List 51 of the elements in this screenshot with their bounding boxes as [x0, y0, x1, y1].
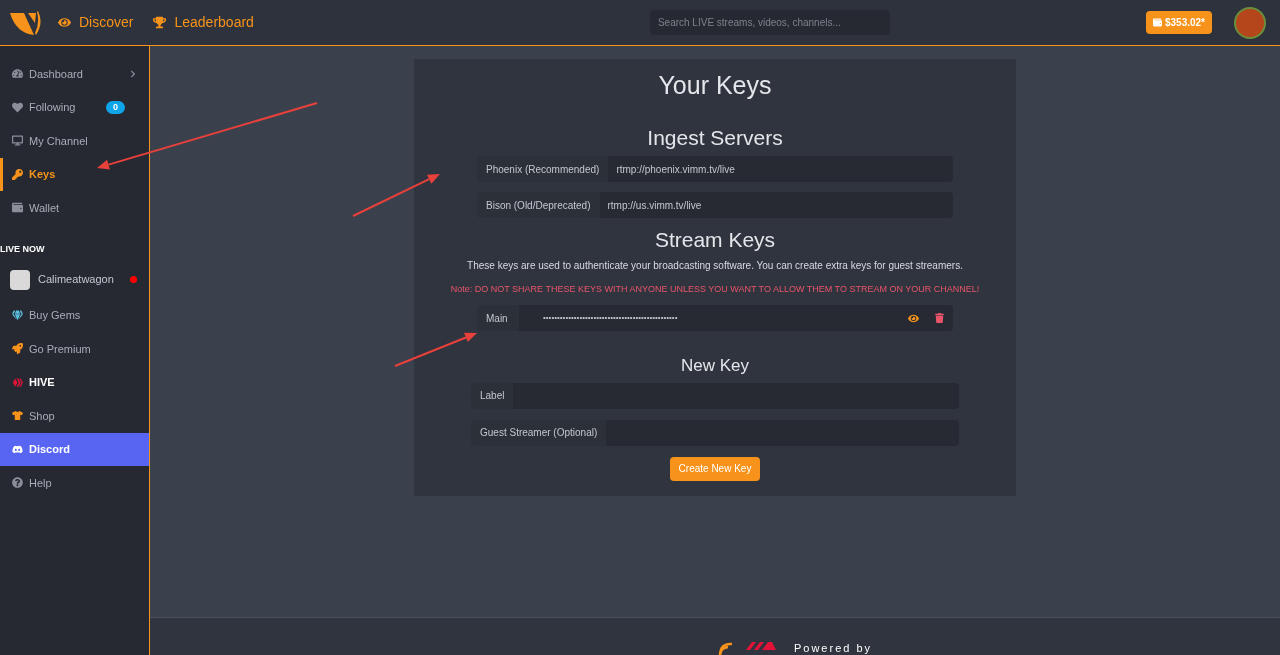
sidebar-item[interactable]: Go Premium: [0, 332, 149, 366]
user-avatar[interactable]: [1234, 6, 1266, 39]
sidebar-item[interactable]: My Channel: [0, 124, 149, 158]
powered-by-text: Powered by: [793, 642, 873, 654]
warning-text: Note: DO NOT SHARE THESE KEYS WITH ANYONE UNLESS YOU WANT TO ALLOW THEM TO STREAM ON YOUR CHANNEL!: [450, 282, 980, 296]
field-label: Phoenix (Recommended): [477, 156, 609, 182]
wallet-icon: [1152, 18, 1162, 27]
live-channel-item[interactable]: Calimeatwagon: [0, 260, 149, 299]
server-url-field[interactable]: rtmp://phoenix.vimm.tv/live: [608, 156, 953, 182]
rocket-icon: [12, 343, 23, 355]
sidebar-item[interactable]: Help: [0, 466, 149, 500]
field-label: Guest Streamer (Optional): [471, 419, 607, 446]
signal-icon: [717, 642, 734, 655]
field-label: Bison (Old/Deprecated): [477, 192, 600, 218]
gem-icon: [12, 309, 23, 321]
field-label: Main: [477, 305, 519, 331]
field-label: Label: [471, 382, 514, 409]
key-icon: [12, 168, 23, 180]
eye-icon[interactable]: [908, 312, 919, 324]
sidebar-item[interactable]: Buy Gems: [0, 298, 149, 332]
description-text: These keys are used to authenticate your broadcasting software. You can create extra keys for guest streamers.: [467, 258, 963, 273]
sidebar-item[interactable]: HIVE: [0, 365, 149, 399]
server-url-field[interactable]: rtmp://us.vimm.tv/live: [599, 192, 953, 218]
eye-icon: [58, 16, 71, 29]
section-title: New Key: [681, 355, 749, 377]
stream-key-field[interactable]: ••••••••••••••••••••••••••••••••••••••••••••••••: [519, 305, 953, 331]
help-icon: [12, 477, 23, 489]
logo-icon: [745, 642, 776, 650]
channel-avatar: [10, 269, 30, 290]
sidebar-item[interactable]: Discord: [0, 432, 149, 466]
search-field[interactable]: Search LIVE streams, videos, channels...: [649, 10, 890, 35]
hive-icon: [12, 376, 23, 388]
dashboard-icon: [12, 68, 23, 80]
heart-icon: [12, 101, 23, 113]
trash-icon[interactable]: [935, 313, 944, 323]
sidebar-item[interactable]: Following 0: [0, 90, 149, 124]
wallet-icon: [12, 202, 23, 214]
section-title: Stream Keys: [654, 227, 776, 253]
trophy-icon: [153, 16, 167, 29]
discord-icon: [12, 443, 23, 455]
section-title: Ingest Servers: [647, 124, 783, 151]
sidebar-item[interactable]: Wallet: [0, 191, 149, 225]
page-title: Your Keys: [658, 70, 772, 101]
sidebar-item[interactable]: Shop: [0, 399, 149, 433]
section-heading: LIVE NOW: [0, 243, 45, 256]
sidebar-item[interactable]: Dashboard: [0, 57, 149, 91]
count-badge: 0: [106, 100, 125, 114]
nav-link[interactable]: Leaderboard: [153, 12, 254, 33]
tshirt-icon: [12, 410, 23, 422]
nav-link[interactable]: Discover: [58, 12, 134, 33]
monitor-icon: [12, 135, 23, 147]
